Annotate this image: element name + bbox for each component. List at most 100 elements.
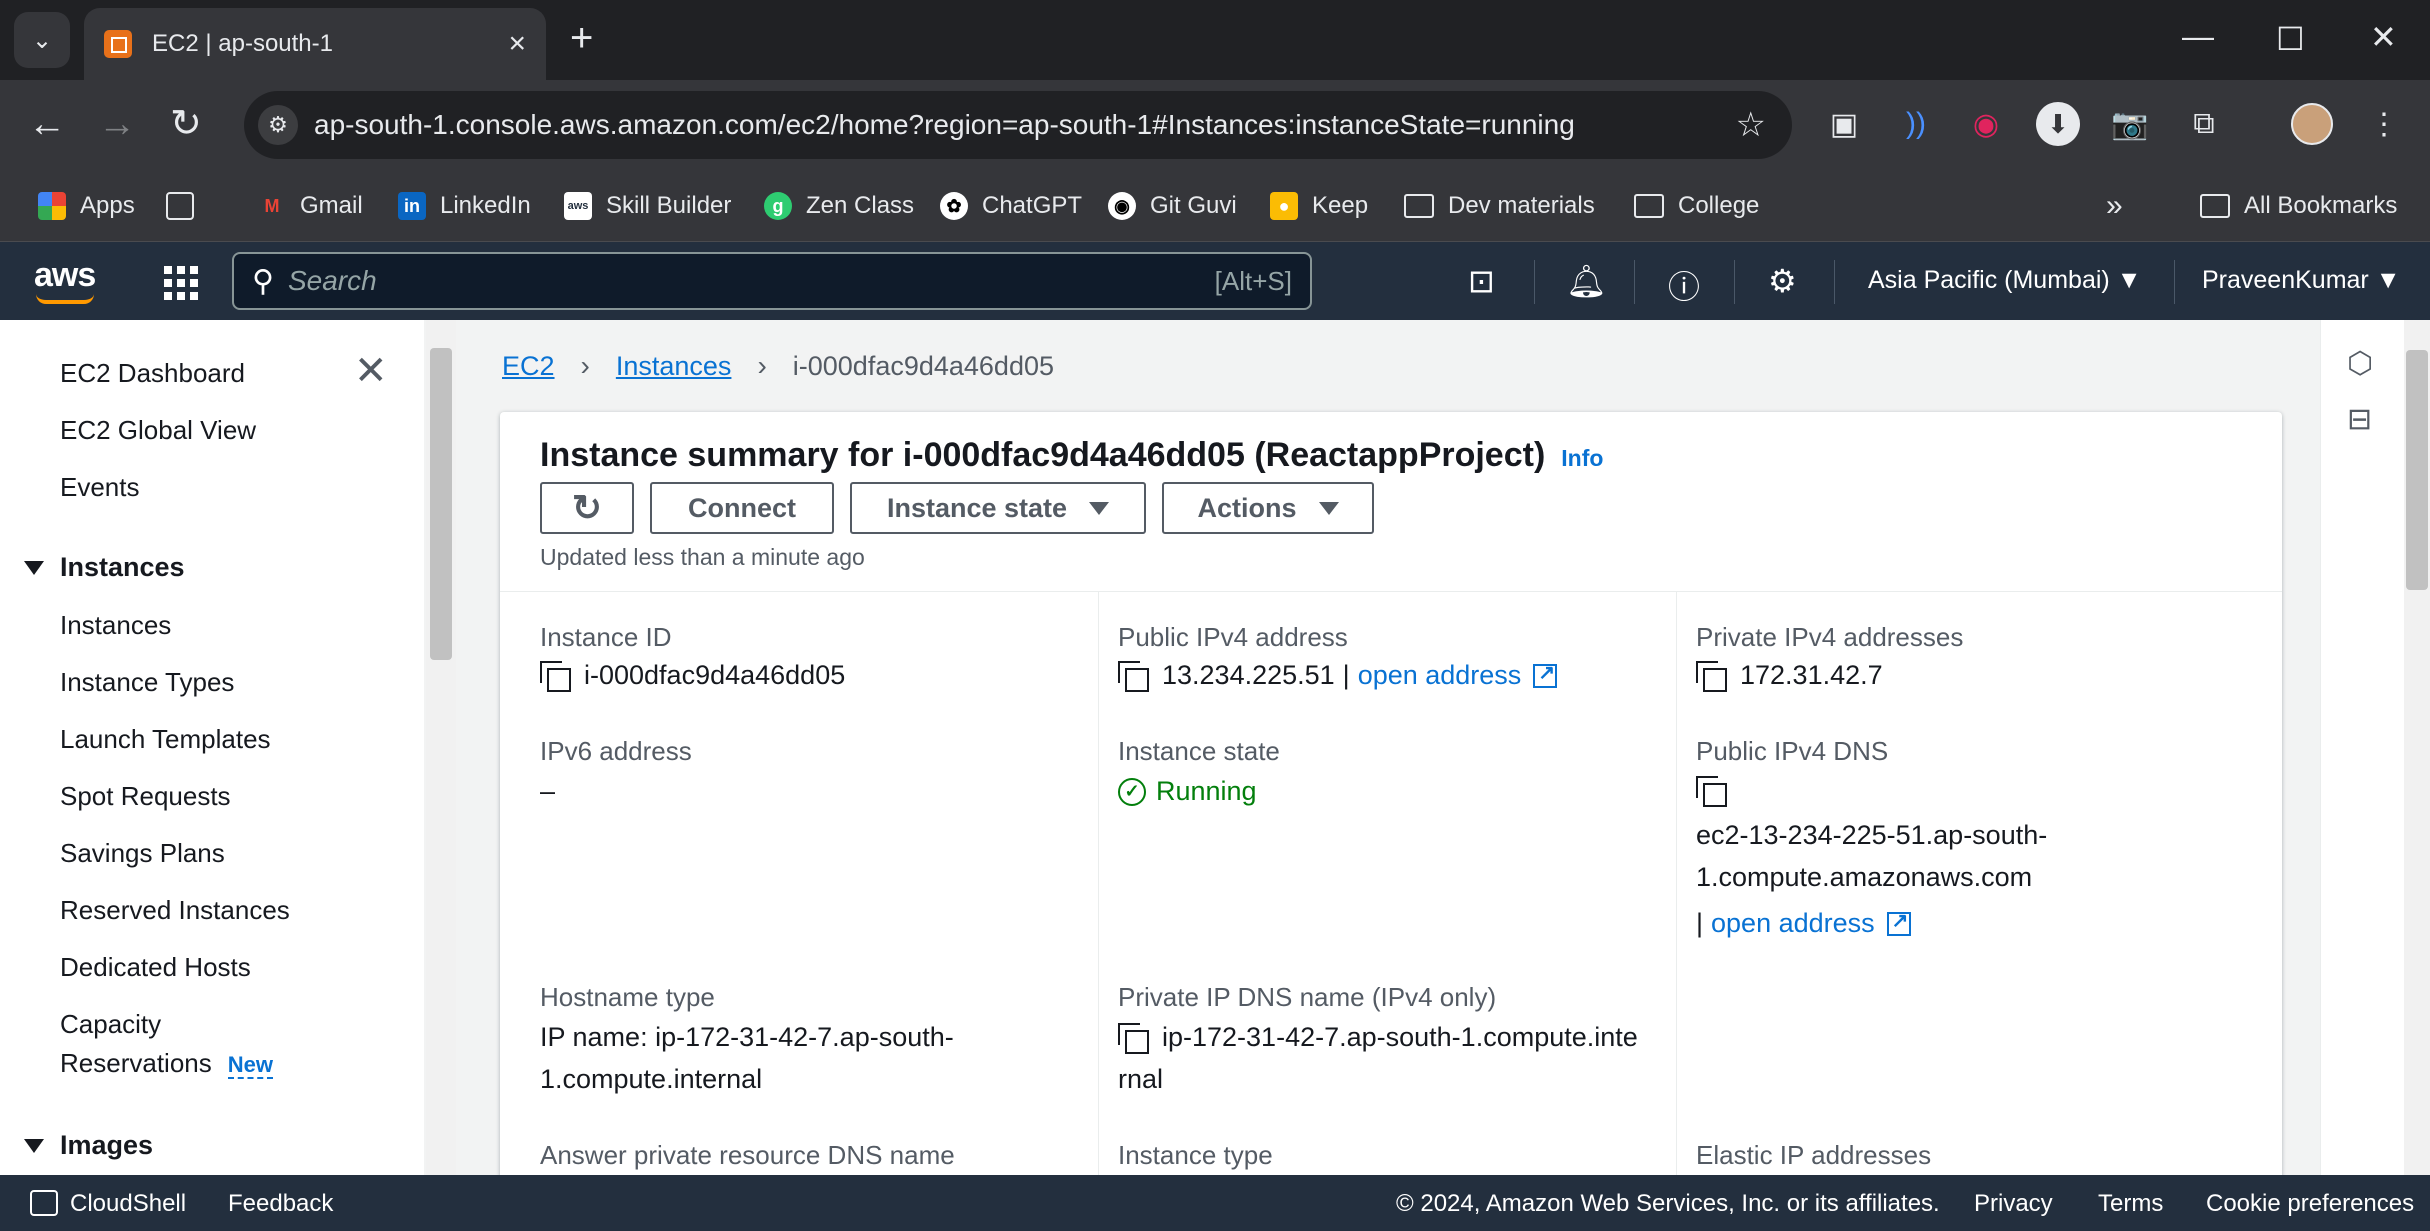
window-close-icon[interactable]: ✕ <box>2370 18 2397 56</box>
connect-button[interactable]: Connect <box>650 482 834 534</box>
breadcrumb-instances[interactable]: Instances <box>616 351 732 382</box>
bookmark-chatgpt[interactable]: ✿ ChatGPT <box>940 184 1082 228</box>
sidenav-scrollbar[interactable] <box>426 320 456 1175</box>
account-menu[interactable]: PraveenKumar ▼ <box>2202 266 2400 295</box>
browser-menu-icon[interactable]: ⋮ <box>2360 100 2408 148</box>
copy-icon[interactable] <box>1696 660 1727 692</box>
bookmark-git-guvi[interactable]: ◉ Git Guvi <box>1108 184 1237 228</box>
feedback-link[interactable]: Feedback <box>228 1190 333 1218</box>
copy-icon[interactable] <box>1696 776 1727 807</box>
reload-icon[interactable]: ↻ <box>170 102 202 146</box>
close-nav-icon[interactable]: ✕ <box>354 348 388 394</box>
browser-tab-bar: ⌄ EC2 | ap-south-1 × + — ☐ ✕ <box>0 0 2430 80</box>
nav-reserved-instances[interactable]: Reserved Instances <box>60 895 290 926</box>
github-icon: ◉ <box>1108 192 1136 220</box>
main-scrollbar[interactable] <box>2404 320 2430 1175</box>
back-icon[interactable]: ← <box>28 102 66 146</box>
screen-recorder-icon[interactable]: ◉ <box>1962 100 2010 148</box>
forward-icon[interactable]: → <box>98 102 136 146</box>
chevron-down-icon: ▼ <box>2375 266 2401 294</box>
screenshot-icon[interactable]: 📷 <box>2106 100 2154 148</box>
public-dns-copy <box>1696 776 1740 807</box>
settings-gear-icon[interactable]: ⚙ <box>1768 262 1797 300</box>
bookmark-keep[interactable]: ● Keep <box>1270 184 1368 228</box>
instance-id-label: Instance ID <box>540 622 672 652</box>
apps-grid-icon <box>38 192 66 220</box>
keep-icon: ● <box>1270 192 1298 220</box>
bookmark-label: All Bookmarks <box>2244 192 2398 219</box>
maximize-icon[interactable]: ☐ <box>2276 20 2305 58</box>
aws-top-nav: aws ⚲ Search [Alt+S] ⊡ 🔔︎ ⓘ ⚙ Asia Pacif… <box>0 242 2430 320</box>
download-icon[interactable]: ⬇ <box>2034 100 2082 148</box>
copy-icon[interactable] <box>540 660 571 692</box>
nav-instance-types[interactable]: Instance Types <box>60 667 234 698</box>
instance-summary-panel: Instance summary for i-000dfac9d4a46dd05… <box>500 412 2282 1175</box>
cookie-preferences-link[interactable]: Cookie preferences <box>2206 1190 2414 1218</box>
address-bar[interactable]: ⚙ ap-south-1.console.aws.amazon.com/ec2/… <box>244 91 1792 159</box>
bookmark-zen-class[interactable]: g Zen Class <box>764 184 914 228</box>
nav-events[interactable]: Events <box>60 472 140 503</box>
cloudshell-link[interactable]: CloudShell <box>30 1189 186 1218</box>
open-address-link[interactable]: open address <box>1711 908 1875 939</box>
picture-in-picture-icon[interactable]: ▣ <box>1820 100 1868 148</box>
nav-instances[interactable]: Instances <box>60 610 171 641</box>
help-icon[interactable]: ⓘ <box>1668 262 1700 308</box>
nav-capacity-reservations[interactable]: Capacity Reservations New <box>60 1009 273 1079</box>
copy-icon[interactable] <box>1118 660 1149 692</box>
copy-icon[interactable] <box>1118 1022 1149 1054</box>
all-bookmarks[interactable]: All Bookmarks <box>2200 184 2397 228</box>
open-address-link[interactable]: open address <box>1358 660 1522 691</box>
browser-tab[interactable]: EC2 | ap-south-1 × <box>84 8 546 80</box>
caret-down-icon <box>1318 501 1339 515</box>
nav-section-images[interactable]: Images <box>24 1130 153 1161</box>
new-tab-icon[interactable]: + <box>570 18 593 58</box>
bookmark-gmail[interactable]: M Gmail <box>258 184 363 228</box>
url-text[interactable]: ap-south-1.console.aws.amazon.com/ec2/ho… <box>314 109 1736 141</box>
nav-spot-requests[interactable]: Spot Requests <box>60 781 231 812</box>
cloudshell-icon[interactable]: ⊡ <box>1468 262 1495 300</box>
bookmark-star-icon[interactable]: ☆ <box>1736 105 1766 145</box>
minimize-icon[interactable]: — <box>2182 18 2214 55</box>
aws-search-input[interactable]: ⚲ Search [Alt+S] <box>232 252 1312 310</box>
nav-section-instances[interactable]: Instances <box>24 552 185 583</box>
aws-logo[interactable]: aws <box>34 256 96 304</box>
more-bookmarks-icon[interactable]: » <box>2106 184 2123 228</box>
info-link[interactable]: Info <box>1561 445 1603 471</box>
button-label: Actions <box>1197 492 1297 523</box>
extensions-icon[interactable]: ⧉ <box>2180 100 2228 148</box>
site-info-icon[interactable]: ⚙ <box>258 105 298 145</box>
tab-search-dropdown-icon[interactable]: ⌄ <box>14 12 70 68</box>
bookmark-apps[interactable]: Apps <box>38 184 135 228</box>
bookmark-dev-materials[interactable]: Dev materials <box>1404 184 1595 228</box>
read-aloud-icon[interactable]: )) <box>1892 100 1940 148</box>
profile-avatar[interactable] <box>2288 100 2336 148</box>
bookmark-skill-builder[interactable]: aws Skill Builder <box>564 184 731 228</box>
tab-close-icon[interactable]: × <box>508 27 526 61</box>
help-panel-icon[interactable]: ⬡ <box>2347 346 2373 381</box>
tutorial-panel-icon[interactable]: ⊟ <box>2347 402 2372 437</box>
refresh-button[interactable]: ↻ <box>540 482 634 534</box>
instance-state-button[interactable]: Instance state <box>850 482 1146 534</box>
nav-launch-templates[interactable]: Launch Templates <box>60 724 271 755</box>
bookmark-linkedin[interactable]: in LinkedIn <box>398 184 531 228</box>
nav-ec2-dashboard[interactable]: EC2 Dashboard <box>60 358 245 389</box>
services-menu-icon[interactable] <box>164 266 198 300</box>
breadcrumb-ec2[interactable]: EC2 <box>502 351 555 382</box>
aws-logo-text: aws <box>34 256 96 294</box>
notifications-bell-icon[interactable]: 🔔︎ <box>1566 262 1607 300</box>
terms-link[interactable]: Terms <box>2098 1190 2163 1218</box>
bookmark-college[interactable]: College <box>1634 184 1759 228</box>
copyright-text: © 2024, Amazon Web Services, Inc. or its… <box>1396 1190 1940 1217</box>
tab-groups-icon[interactable] <box>166 184 208 228</box>
region-selector[interactable]: Asia Pacific (Mumbai) ▼ <box>1868 266 2141 295</box>
search-shortcut-hint: [Alt+S] <box>1214 265 1292 296</box>
nav-savings-plans[interactable]: Savings Plans <box>60 838 225 869</box>
ipv6-value: – <box>540 776 556 806</box>
section-label: Instances <box>60 552 185 582</box>
bookmarks-bar: Apps M Gmail in LinkedIn aws Skill Build… <box>0 170 2430 242</box>
cloudshell-icon <box>30 1189 58 1216</box>
nav-dedicated-hosts[interactable]: Dedicated Hosts <box>60 952 251 983</box>
privacy-link[interactable]: Privacy <box>1974 1190 2053 1218</box>
nav-ec2-global-view[interactable]: EC2 Global View <box>60 415 256 446</box>
actions-button[interactable]: Actions <box>1162 482 1374 534</box>
